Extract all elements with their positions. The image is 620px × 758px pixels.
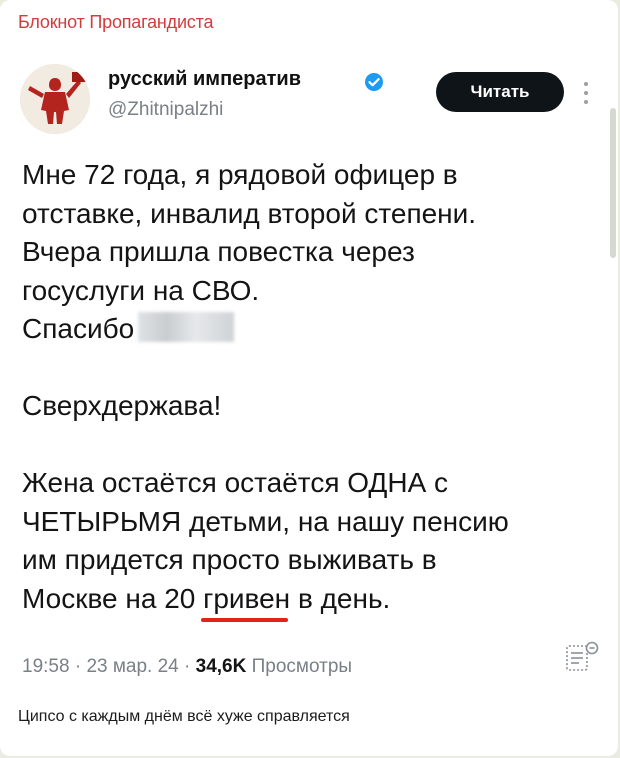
tweet-line: Вчера пришла повестка через	[22, 236, 415, 267]
tweet-screenshot[interactable]: русский императив @Zhitnipalzhi Читать М…	[6, 44, 616, 694]
tweet-line: Спасибо	[22, 310, 582, 349]
message-caption: Ципсо с каждым днём всё хуже справляется	[18, 708, 350, 725]
tweet-line-text: Москве на 20	[22, 582, 196, 614]
display-name[interactable]: русский императив	[108, 68, 301, 91]
avatar	[20, 64, 90, 134]
views-count: 34,6K	[195, 656, 247, 677]
underlined-word: гривен	[201, 582, 291, 622]
meta-separator: ·	[178, 656, 196, 677]
more-options-icon[interactable]	[582, 78, 590, 108]
underlined-word-text: гривен	[203, 582, 291, 614]
red-underline	[201, 617, 289, 622]
tweet-line: Жена остаётся остаётся ОДНА с	[22, 467, 449, 498]
tweet-line: Сверхдержава!	[22, 390, 222, 421]
tweet-line-text: в день.	[297, 582, 391, 614]
views-label: Просмотры	[251, 656, 353, 677]
scrollbar[interactable]	[610, 108, 616, 258]
tweet-time[interactable]: 19:58	[22, 656, 70, 677]
meta-separator: ·	[69, 656, 87, 677]
blurred-text	[138, 312, 235, 342]
channel-name[interactable]: Блокнот Пропагандиста	[18, 12, 213, 33]
tweet-line: Москве на 20 гривен в день.	[22, 580, 582, 622]
tweet-meta: 19:58 · 23 мар. 24 · 34,6K Просмотры	[22, 656, 352, 678]
instant-view-document-icon[interactable]	[564, 640, 600, 674]
tweet-date[interactable]: 23 мар. 24	[86, 656, 178, 677]
tweet-text: Мне 72 года, я рядовой офицер в отставке…	[22, 156, 582, 622]
tweet-line: ЧЕТЫРЬМЯ детьми, на нашу пенсию	[22, 505, 509, 537]
read-button[interactable]: Читать	[436, 72, 564, 112]
tweet-line: им придется просто выживать в	[22, 544, 437, 575]
message-bubble: Блокнот Пропагандиста русский императив …	[0, 0, 618, 756]
tweet-line-text: Спасибо	[22, 313, 135, 344]
avatar-figure-icon	[20, 64, 90, 134]
tweet-line: отставке, инвалид второй степени.	[22, 197, 477, 229]
tweet-line: госуслуги на СВО.	[22, 274, 260, 306]
tweet-line: Мне 72 года, я рядовой офицер в	[22, 159, 458, 190]
verified-badge-icon	[365, 73, 383, 91]
handle[interactable]: @Zhitnipalzhi	[108, 99, 223, 121]
